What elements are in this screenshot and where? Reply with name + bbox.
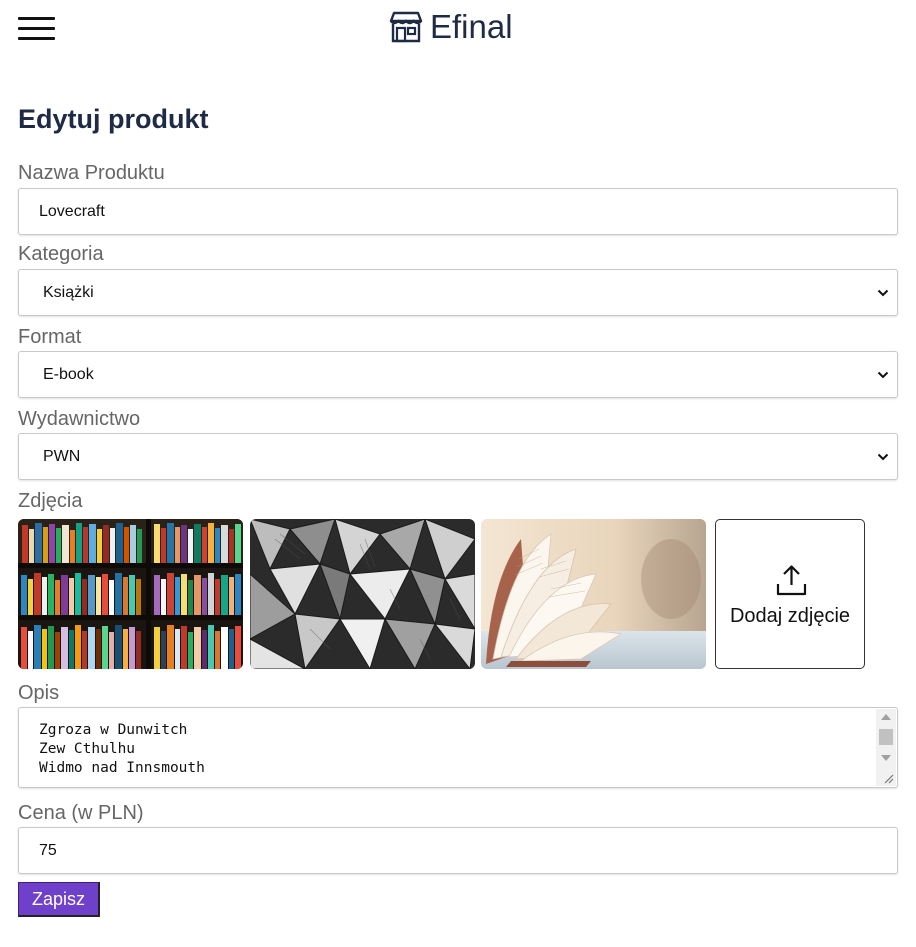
store-icon — [389, 11, 423, 43]
add-photo-button[interactable]: Dodaj zdjęcie — [715, 519, 865, 669]
scroll-down-icon[interactable] — [881, 755, 891, 761]
chevron-down-icon — [877, 289, 889, 297]
upload-icon — [776, 565, 807, 596]
textarea-scrollbar[interactable] — [876, 709, 896, 786]
product-name-input[interactable]: Lovecraft — [18, 188, 898, 235]
description-line: Zew Cthulhu — [39, 741, 136, 757]
description-line: Zgroza w Dunwitch — [39, 722, 188, 738]
publisher-selected-value: PWN — [43, 448, 81, 465]
chevron-down-icon — [877, 453, 889, 461]
brand-name: Efinal — [430, 8, 513, 45]
photos-label: Zdjęcia — [18, 490, 83, 512]
save-button[interactable]: Zapisz — [18, 882, 100, 917]
product-name-label: Nazwa Produktu — [18, 162, 165, 184]
price-label: Cena (w PLN) — [18, 802, 144, 824]
book-pages-bw-photo[interactable] — [250, 519, 475, 669]
publisher-select[interactable]: PWN — [18, 433, 898, 480]
category-selected-value: Książki — [43, 284, 94, 301]
category-select[interactable]: Książki — [18, 269, 898, 316]
brand[interactable]: Efinal — [388, 7, 513, 47]
hamburger-menu-icon[interactable] — [18, 17, 56, 41]
description-line: Widmo nad Innsmouth — [39, 760, 205, 776]
scroll-thumb[interactable] — [879, 729, 893, 745]
scroll-up-icon[interactable] — [881, 714, 891, 720]
description-textarea[interactable]: Zgroza w Dunwitch Zew Cthulhu Widmo nad … — [18, 707, 898, 788]
format-selected-value: E-book — [43, 366, 94, 383]
page-title: Edytuj produkt — [18, 104, 209, 134]
chevron-down-icon — [877, 371, 889, 379]
bookshelf-photo[interactable] — [18, 519, 243, 669]
add-photo-label: Dodaj zdjęcie — [729, 605, 851, 627]
resize-grip-icon[interactable] — [882, 772, 894, 784]
format-label: Format — [18, 326, 82, 348]
price-input[interactable]: 75 — [18, 827, 898, 874]
top-bar: Efinal — [0, 0, 916, 60]
format-select[interactable]: E-book — [18, 351, 898, 398]
description-label: Opis — [18, 682, 60, 704]
category-label: Kategoria — [18, 243, 104, 265]
publisher-label: Wydawnictwo — [18, 408, 141, 430]
open-book-photo[interactable] — [481, 519, 706, 669]
